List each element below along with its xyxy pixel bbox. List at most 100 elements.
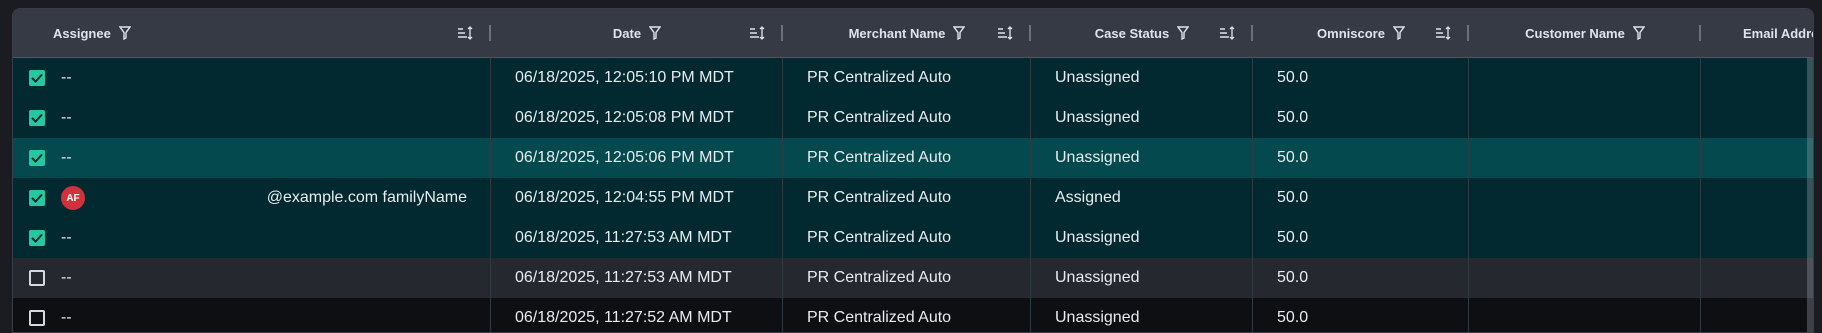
sort-icon[interactable]	[997, 26, 1013, 40]
date-cell: 06/18/2025, 12:04:55 PM MDT	[491, 178, 783, 218]
avatar: AF	[61, 186, 85, 210]
row-checkbox[interactable]	[29, 70, 45, 86]
case-status-value: Unassigned	[1055, 69, 1140, 86]
column-header-assignee[interactable]: Assignee	[13, 9, 491, 57]
filter-icon[interactable]	[1392, 26, 1405, 40]
table-row[interactable]: -- 06/18/2025, 12:05:10 PM MDT PR Centra…	[13, 58, 1813, 98]
assignee-value: --	[61, 69, 72, 86]
merchant-cell: PR Centralized Auto	[783, 98, 1031, 138]
table-body: -- 06/18/2025, 12:05:10 PM MDT PR Centra…	[13, 58, 1813, 332]
assignee-value: --	[61, 109, 72, 126]
assignee-value: --	[61, 229, 72, 246]
assignee-value: @example.com familyName	[266, 189, 467, 206]
merchant-name-value: PR Centralized Auto	[807, 69, 952, 86]
checkmark-icon	[31, 233, 43, 243]
column-label: Date	[612, 25, 642, 41]
case-status-cell: Assigned	[1031, 178, 1253, 218]
date-value: 06/18/2025, 12:05:06 PM MDT	[515, 149, 734, 166]
row-checkbox[interactable]	[29, 230, 45, 246]
customer-name-cell	[1469, 298, 1701, 332]
cell-overflow-edge	[1807, 178, 1813, 218]
date-value: 06/18/2025, 12:04:55 PM MDT	[515, 189, 734, 206]
filter-icon[interactable]	[118, 26, 131, 40]
merchant-cell: PR Centralized Auto	[783, 298, 1031, 332]
column-label: Case Status	[1094, 25, 1170, 41]
omniscore-cell: 50.0	[1253, 218, 1469, 258]
row-checkbox[interactable]	[29, 190, 45, 206]
table-row[interactable]: -- 06/18/2025, 12:05:06 PM MDT PR Centra…	[13, 138, 1813, 178]
column-header-merchant-name[interactable]: Merchant Name	[783, 9, 1031, 57]
case-status-cell: Unassigned	[1031, 218, 1253, 258]
omniscore-cell: 50.0	[1253, 258, 1469, 298]
column-label: Merchant Name	[848, 25, 946, 41]
merchant-cell: PR Centralized Auto	[783, 258, 1031, 298]
omniscore-cell: 50.0	[1253, 298, 1469, 332]
assignee-value: --	[61, 309, 72, 326]
filter-icon[interactable]	[1632, 26, 1645, 40]
sort-icon[interactable]	[749, 26, 765, 40]
table-header: Assignee Date Merchant Name Case Status	[13, 9, 1813, 58]
cell-overflow-edge	[1807, 298, 1813, 332]
assignee-cell: --	[13, 58, 491, 98]
filter-icon[interactable]	[1177, 26, 1190, 40]
filter-icon[interactable]	[953, 26, 966, 40]
date-cell: 06/18/2025, 11:27:52 AM MDT	[491, 298, 783, 332]
date-value: 06/18/2025, 12:05:08 PM MDT	[515, 109, 734, 126]
date-value: 06/18/2025, 11:27:52 AM MDT	[515, 309, 732, 326]
merchant-name-value: PR Centralized Auto	[807, 149, 952, 166]
table-row[interactable]: -- 06/18/2025, 11:27:52 AM MDT PR Centra…	[13, 298, 1813, 332]
merchant-cell: PR Centralized Auto	[783, 178, 1031, 218]
column-label: Omniscore	[1317, 25, 1385, 41]
cell-overflow-edge	[1807, 58, 1813, 98]
column-header-omniscore[interactable]: Omniscore	[1253, 9, 1469, 57]
cell-overflow-edge	[1807, 218, 1813, 258]
cell-overflow-edge	[1807, 98, 1813, 138]
column-header-email-address[interactable]: Email Addre	[1701, 9, 1813, 57]
customer-name-cell	[1469, 58, 1701, 98]
merchant-name-value: PR Centralized Auto	[807, 189, 952, 206]
table-row[interactable]: AF @example.com familyName 06/18/2025, 1…	[13, 178, 1813, 218]
assignee-cell: --	[13, 98, 491, 138]
omniscore-cell: 50.0	[1253, 138, 1469, 178]
sort-icon[interactable]	[457, 26, 473, 40]
checkmark-icon	[31, 193, 43, 203]
column-header-date[interactable]: Date	[491, 9, 783, 57]
column-header-customer-name[interactable]: Customer Name	[1469, 9, 1701, 57]
email-address-cell	[1701, 98, 1813, 138]
table-row[interactable]: -- 06/18/2025, 12:05:08 PM MDT PR Centra…	[13, 98, 1813, 138]
sort-icon[interactable]	[1219, 26, 1235, 40]
row-checkbox[interactable]	[29, 150, 45, 166]
merchant-name-value: PR Centralized Auto	[807, 229, 952, 246]
date-cell: 06/18/2025, 12:05:08 PM MDT	[491, 98, 783, 138]
omniscore-value: 50.0	[1277, 269, 1309, 286]
merchant-cell: PR Centralized Auto	[783, 138, 1031, 178]
customer-name-cell	[1469, 258, 1701, 298]
table-row[interactable]: -- 06/18/2025, 11:27:53 AM MDT PR Centra…	[13, 218, 1813, 258]
sort-icon[interactable]	[1435, 26, 1451, 40]
row-checkbox[interactable]	[29, 310, 45, 326]
assignee-cell: --	[13, 298, 491, 332]
column-header-case-status[interactable]: Case Status	[1031, 9, 1253, 57]
merchant-name-value: PR Centralized Auto	[807, 309, 952, 326]
case-status-value: Unassigned	[1055, 109, 1140, 126]
merchant-cell: PR Centralized Auto	[783, 218, 1031, 258]
assignee-value: --	[61, 269, 72, 286]
date-value: 06/18/2025, 11:27:53 AM MDT	[515, 229, 732, 246]
email-address-cell	[1701, 218, 1813, 258]
date-value: 06/18/2025, 12:05:10 PM MDT	[515, 69, 734, 86]
row-checkbox[interactable]	[29, 110, 45, 126]
table-row[interactable]: -- 06/18/2025, 11:27:53 AM MDT PR Centra…	[13, 258, 1813, 298]
date-cell: 06/18/2025, 12:05:10 PM MDT	[491, 58, 783, 98]
cell-overflow-edge	[1807, 258, 1813, 298]
merchant-cell: PR Centralized Auto	[783, 58, 1031, 98]
filter-icon[interactable]	[649, 26, 662, 40]
column-label: Customer Name	[1525, 25, 1625, 41]
row-checkbox[interactable]	[29, 270, 45, 286]
date-value: 06/18/2025, 11:27:53 AM MDT	[515, 269, 732, 286]
assignee-cell: --	[13, 218, 491, 258]
case-status-value: Unassigned	[1055, 309, 1140, 326]
email-address-cell	[1701, 258, 1813, 298]
omniscore-value: 50.0	[1277, 109, 1309, 126]
customer-name-cell	[1469, 138, 1701, 178]
column-label: Email Addre	[1743, 25, 1814, 41]
